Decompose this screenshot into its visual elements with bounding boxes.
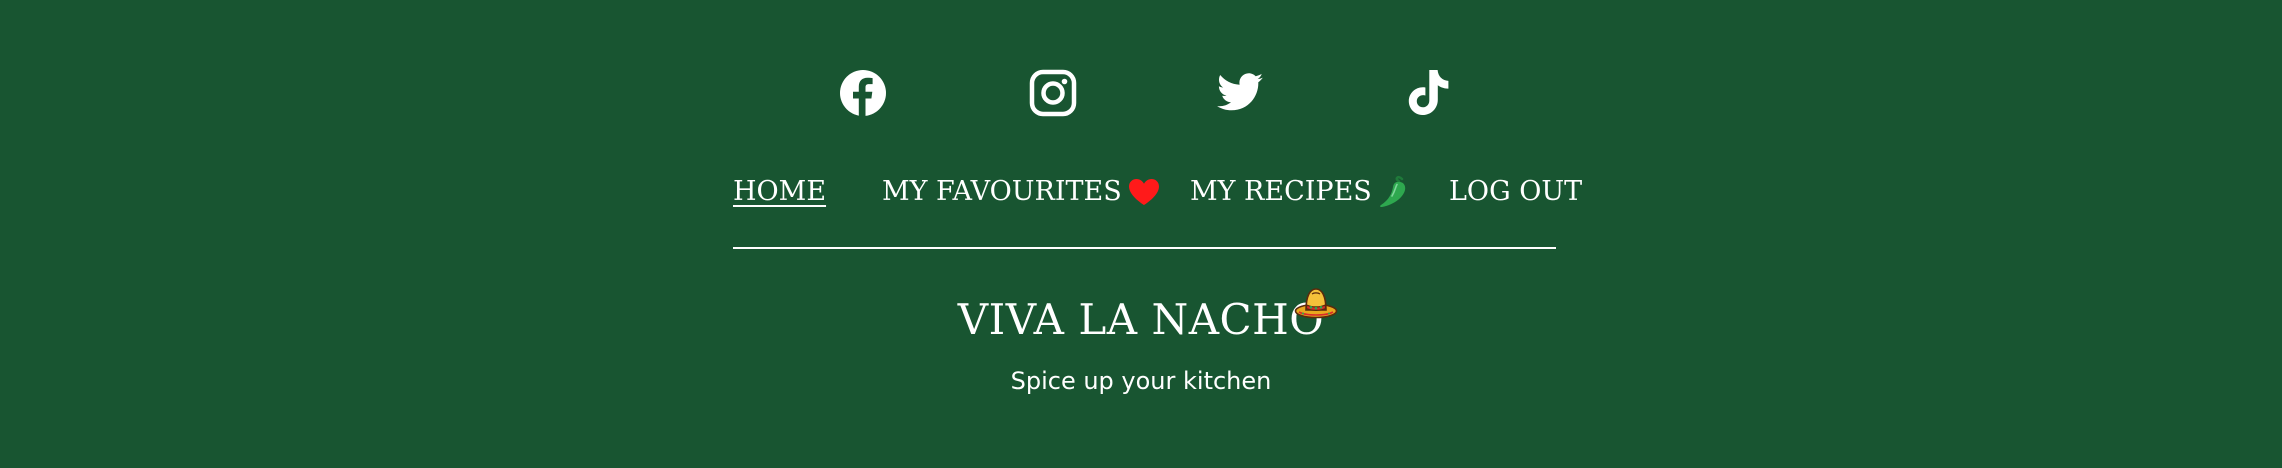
site-title: VIVA LA NACHO [957,288,1338,350]
brand: VIVA LA NACHO [0,288,2282,350]
chili-pepper-icon [1379,175,1405,208]
nav-my-favourites[interactable]: MY FAVOURITES [882,172,1160,212]
site-title-text: VIVA LA NACHO [957,295,1325,344]
instagram-link[interactable] [1028,68,1078,118]
heart-icon [1128,179,1159,205]
tiktok-icon [1408,70,1449,116]
facebook-icon [840,70,886,118]
nav-divider [733,247,1556,249]
nav-home-label: HOME [733,176,827,207]
sombrero-icon [1294,288,1338,319]
nav-log-out[interactable]: LOG OUT [1449,172,1582,212]
tiktok-link[interactable] [1404,68,1454,118]
site-tagline: Spice up your kitchen [1010,367,1272,395]
social-links [0,68,2282,118]
instagram-icon [1029,69,1077,117]
nav-log-out-label: LOG OUT [1449,176,1583,207]
nav-my-favourites-label: MY FAVOURITES [882,176,1122,207]
twitter-link[interactable] [1215,68,1265,118]
nav-home[interactable]: HOME [733,172,826,212]
facebook-link[interactable] [838,68,888,118]
nav-my-recipes-label: MY RECIPES [1190,176,1372,207]
twitter-icon [1217,73,1263,111]
nav-my-recipes[interactable]: MY RECIPES [1190,172,1410,212]
main-nav: HOME MY FAVOURITES MY RECIPES LOG OUT [733,172,1582,212]
